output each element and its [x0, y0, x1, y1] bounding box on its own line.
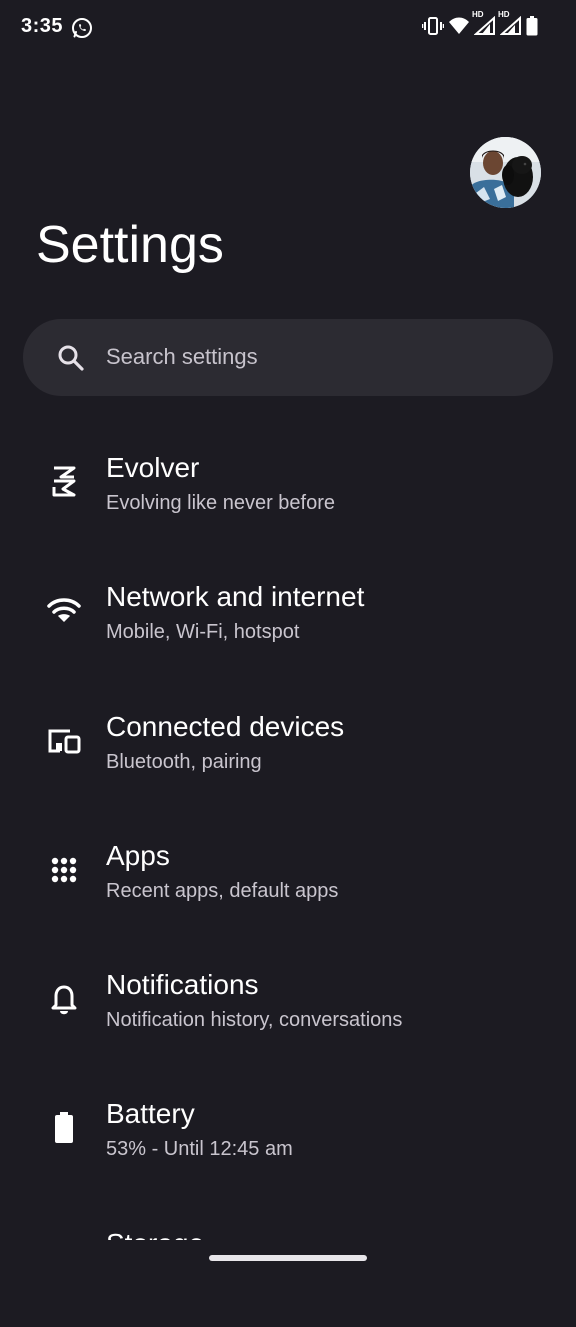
settings-item-subtitle: Notification history, conversations — [106, 1009, 403, 1032]
settings-item-network[interactable]: Network and internet Mobile, Wi-Fi, hots… — [0, 551, 576, 680]
settings-item-title: Connected devices — [106, 710, 345, 742]
status-time: 3:35 — [21, 15, 64, 37]
settings-item-battery[interactable]: Battery 53% - Until 12:45 am — [0, 1068, 576, 1197]
search-icon — [56, 343, 86, 373]
evolver-logo-icon — [44, 462, 84, 502]
status-icons: HD HD — [422, 10, 538, 36]
settings-list: Evolver Evolving like never before Netwo… — [0, 422, 576, 1327]
settings-item-title: Evolver — [106, 452, 200, 483]
wifi-icon — [44, 591, 84, 631]
settings-item-subtitle: Mobile, Wi-Fi, hotspot — [106, 621, 300, 644]
whatsapp-icon — [70, 16, 94, 40]
battery-icon — [44, 1108, 84, 1148]
settings-item-subtitle: Bluetooth, pairing — [106, 750, 262, 773]
search-placeholder: Search settings — [106, 344, 258, 369]
page-title: Settings — [36, 216, 224, 274]
signal-hd-icon: HD — [472, 10, 496, 36]
gesture-nav-handle[interactable] — [209, 1255, 367, 1261]
search-bar[interactable]: Search settings — [23, 319, 553, 396]
apps-grid-icon — [44, 850, 84, 890]
settings-item-title: Notifications — [106, 969, 259, 1001]
hd-label: HD — [472, 10, 484, 19]
vibrate-icon — [422, 16, 444, 36]
settings-item-subtitle: Evolving like never before — [106, 492, 336, 514]
devices-icon — [44, 721, 84, 761]
status-bar: 3:35 HD HD — [0, 0, 576, 56]
bell-icon — [44, 979, 84, 1019]
settings-item-title: Battery — [106, 1098, 195, 1130]
settings-item-title: Network and internet — [106, 581, 365, 613]
settings-item-subtitle: 53% - Until 12:45 am — [106, 1138, 293, 1161]
battery-icon — [526, 16, 538, 36]
settings-item-evolver[interactable]: Evolver Evolving like never before — [0, 422, 576, 551]
settings-item-connected-devices[interactable]: Connected devices Bluetooth, pairing — [0, 681, 576, 810]
wifi-icon — [448, 16, 470, 36]
settings-item-notifications[interactable]: Notifications Notification history, conv… — [0, 939, 576, 1068]
settings-item-apps[interactable]: Apps Recent apps, default apps — [0, 810, 576, 939]
settings-item-title: Apps — [106, 839, 170, 871]
hd-label: HD — [498, 10, 510, 19]
profile-avatar[interactable] — [470, 137, 541, 208]
signal-hd-icon: HD — [498, 10, 522, 36]
settings-item-subtitle: Recent apps, default apps — [106, 879, 339, 902]
